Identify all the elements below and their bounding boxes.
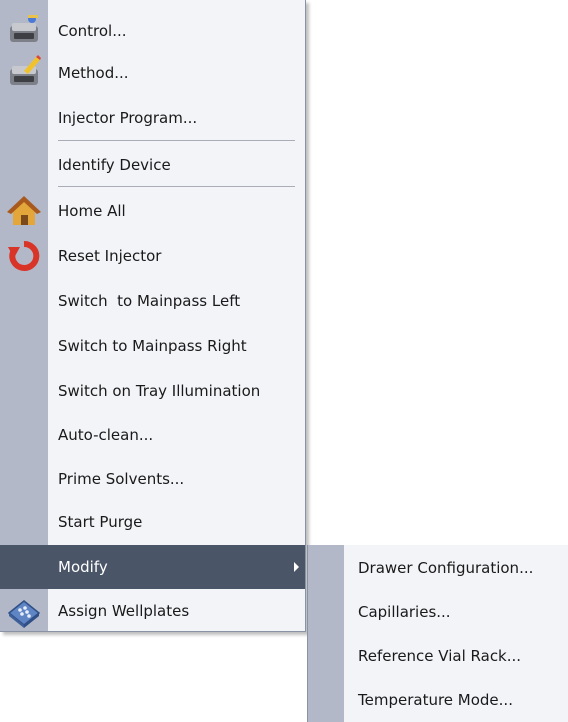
menu-item-label: Start Purge <box>58 513 143 531</box>
menu-item-control[interactable]: Control... <box>0 9 305 53</box>
menu-item-modify[interactable]: Modify <box>0 545 305 589</box>
submenu-item-label: Temperature Mode... <box>358 691 513 709</box>
menu-item-label: Assign Wellplates <box>58 602 190 620</box>
submenu-item-temperature-mode[interactable]: Temperature Mode... <box>308 678 568 722</box>
menu-item-label: Switch to Mainpass Right <box>58 337 247 355</box>
submenu-item-capillaries[interactable]: Capillaries... <box>308 590 568 634</box>
menu-item-switch-mainpass-left[interactable]: Switch to Mainpass Left <box>0 279 305 323</box>
menu-separator <box>58 186 295 187</box>
menu-item-reset-injector[interactable]: Reset Injector <box>0 234 305 278</box>
submenu-item-label: Reference Vial Rack... <box>358 647 522 665</box>
submenu-arrow-icon <box>294 562 299 572</box>
menu-item-label: Home All <box>58 202 126 220</box>
home-icon <box>7 196 41 225</box>
submenu-item-label: Drawer Configuration... <box>358 559 534 577</box>
menu-item-prime-solvents[interactable]: Prime Solvents... <box>0 457 305 501</box>
menu-item-switch-mainpass-right[interactable]: Switch to Mainpass Right <box>0 324 305 368</box>
menu-item-label: Injector Program... <box>58 109 198 127</box>
context-menu: Control... Method... Injector Program...… <box>0 0 306 632</box>
control-icon <box>10 15 38 42</box>
menu-item-auto-clean[interactable]: Auto-clean... <box>0 413 305 457</box>
submenu-item-label: Capillaries... <box>358 603 451 621</box>
menu-item-method[interactable]: Method... <box>0 51 305 95</box>
method-icon <box>10 55 41 85</box>
menu-item-assign-wellplates[interactable]: Assign Wellplates <box>0 589 305 633</box>
menu-item-home-all[interactable]: Home All <box>0 189 305 233</box>
menu-separator <box>58 140 295 141</box>
submenu-item-reference-vial-rack[interactable]: Reference Vial Rack... <box>308 634 568 678</box>
submenu-item-drawer-configuration[interactable]: Drawer Configuration... <box>308 546 568 590</box>
menu-item-label: Modify <box>58 558 108 576</box>
menu-item-label: Control... <box>58 22 127 40</box>
menu-item-tray-illumination[interactable]: Switch on Tray Illumination <box>0 369 305 413</box>
menu-item-label: Prime Solvents... <box>58 470 185 488</box>
menu-item-start-purge[interactable]: Start Purge <box>0 500 305 544</box>
menu-item-injector-program[interactable]: Injector Program... <box>0 96 305 140</box>
menu-item-label: Switch to Mainpass Left <box>58 292 241 310</box>
wellplate-icon <box>7 600 41 628</box>
modify-submenu: Drawer Configuration... Capillaries... R… <box>307 545 568 722</box>
menu-item-label: Identify Device <box>58 156 171 174</box>
menu-item-label: Reset Injector <box>58 247 162 265</box>
menu-item-label: Method... <box>58 64 129 82</box>
menu-item-identify-device[interactable]: Identify Device <box>0 143 305 187</box>
menu-item-label: Switch on Tray Illumination <box>58 382 261 400</box>
reset-icon <box>8 240 40 271</box>
menu-item-label: Auto-clean... <box>58 426 154 444</box>
